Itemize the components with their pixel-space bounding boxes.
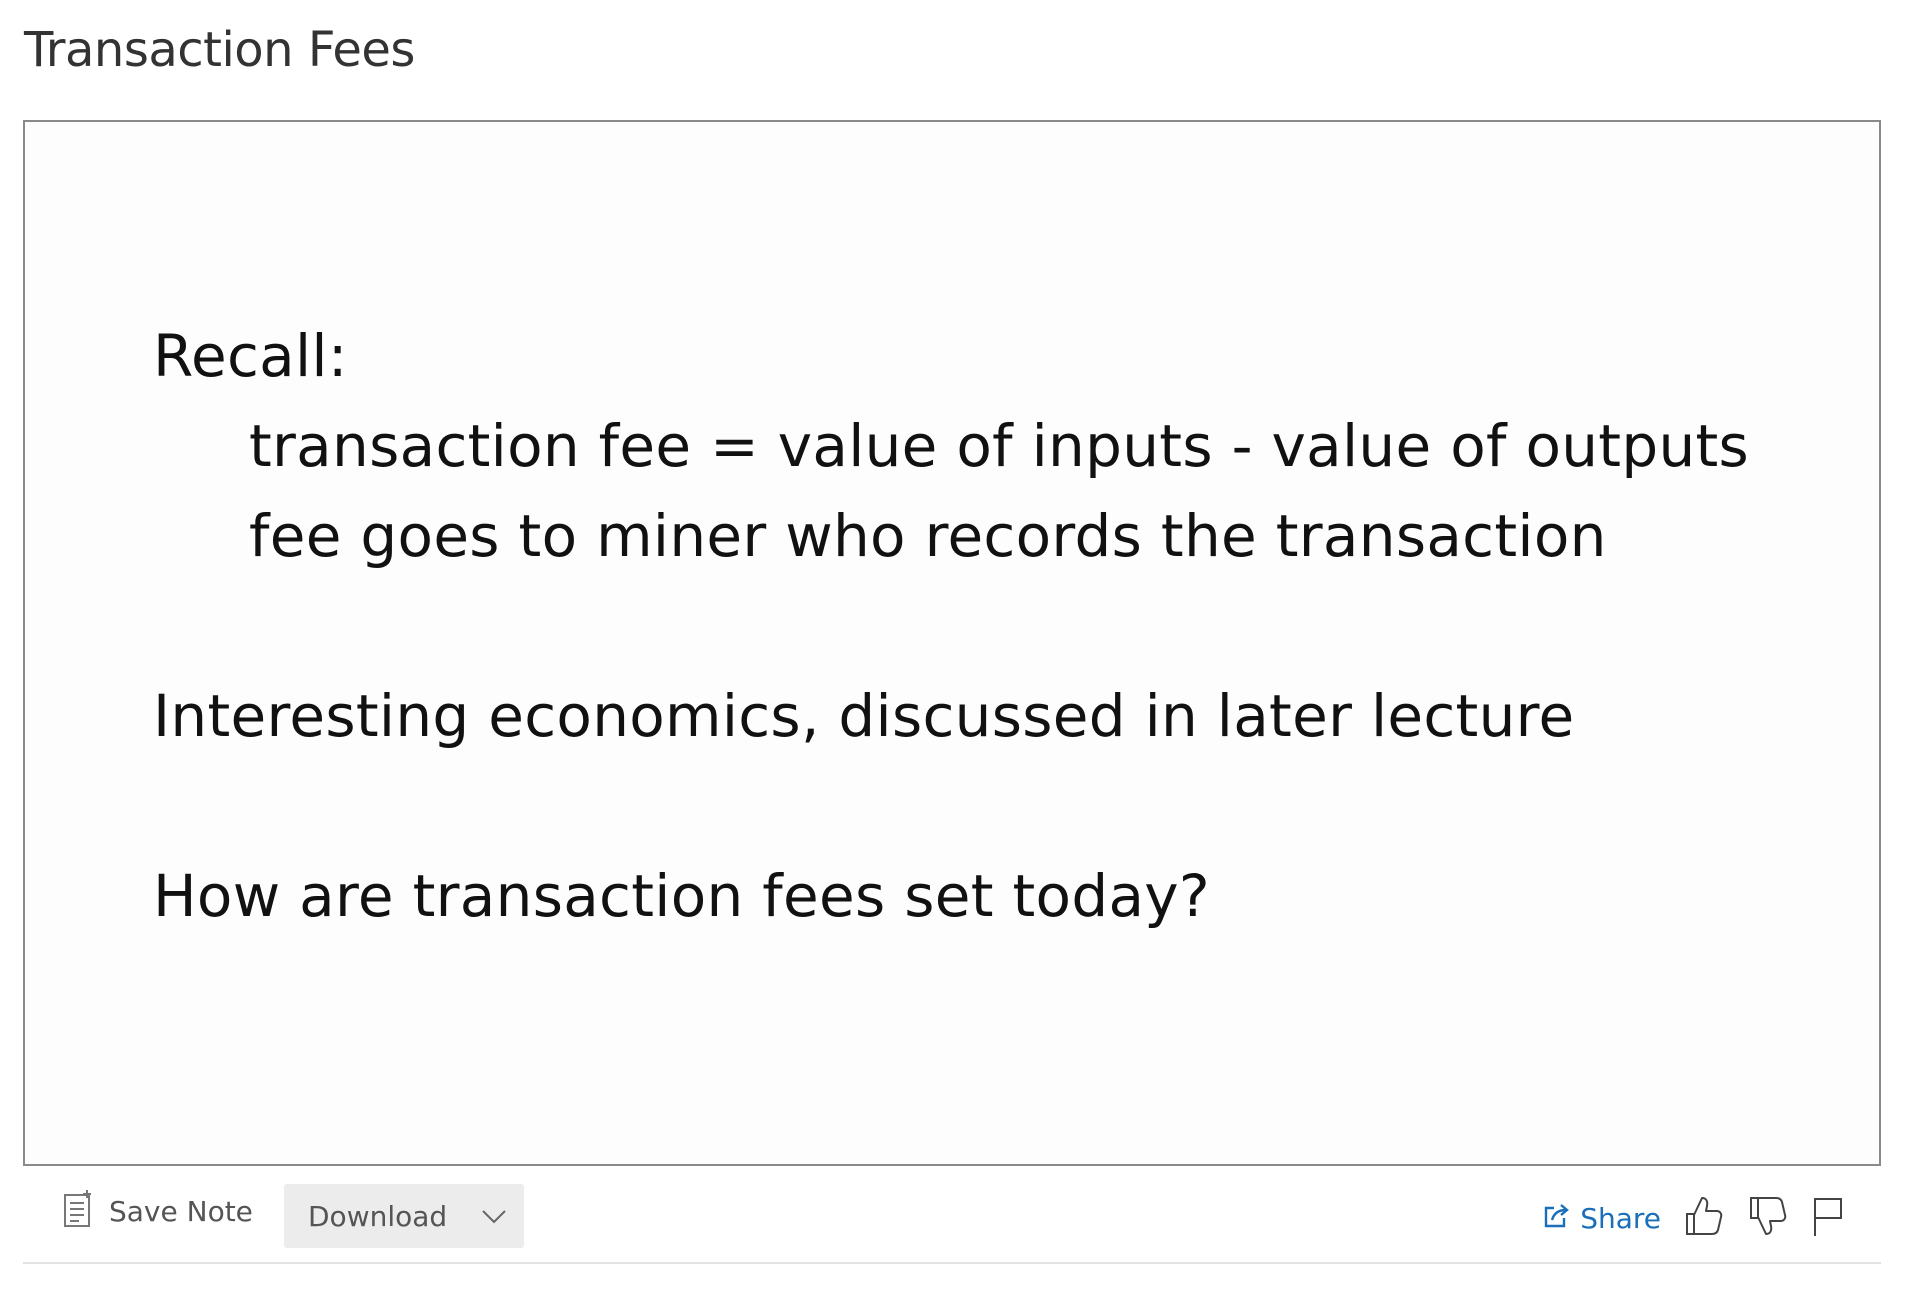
chevron-down-icon xyxy=(480,1202,508,1234)
download-dropdown[interactable]: Download xyxy=(284,1184,524,1248)
flag-icon xyxy=(1811,1194,1845,1242)
download-label: Download xyxy=(308,1199,448,1233)
page: Transaction Fees Recall: transaction fee… xyxy=(0,0,1905,1294)
save-note-label: Save Note xyxy=(109,1194,253,1228)
slide-line-economics: Interesting economics, discussed in late… xyxy=(153,682,1575,750)
slide-line-fee-formula: transaction fee = value of inputs - valu… xyxy=(249,412,1750,480)
flag-button[interactable] xyxy=(1811,1194,1845,1242)
toolbar-divider xyxy=(23,1262,1881,1264)
lecture-toolbar: Save Note Download Share xyxy=(23,1180,1881,1260)
page-title: Transaction Fees xyxy=(24,22,415,78)
share-icon xyxy=(1542,1202,1570,1234)
save-note-button[interactable]: Save Note xyxy=(63,1190,253,1232)
slide-viewer[interactable]: Recall: transaction fee = value of input… xyxy=(23,120,1881,1166)
share-label: Share xyxy=(1580,1201,1661,1235)
note-icon xyxy=(63,1190,93,1232)
like-button[interactable] xyxy=(1683,1194,1725,1242)
thumbs-down-icon xyxy=(1747,1194,1789,1242)
slide-line-question: How are transaction fees set today? xyxy=(153,862,1210,930)
dislike-button[interactable] xyxy=(1747,1194,1789,1242)
feedback-actions: Share xyxy=(1542,1194,1845,1242)
slide-line-fee-miner: fee goes to miner who records the transa… xyxy=(249,502,1607,570)
thumbs-up-icon xyxy=(1683,1194,1725,1242)
slide-line-recall: Recall: xyxy=(153,322,348,390)
share-button[interactable]: Share xyxy=(1542,1202,1661,1235)
